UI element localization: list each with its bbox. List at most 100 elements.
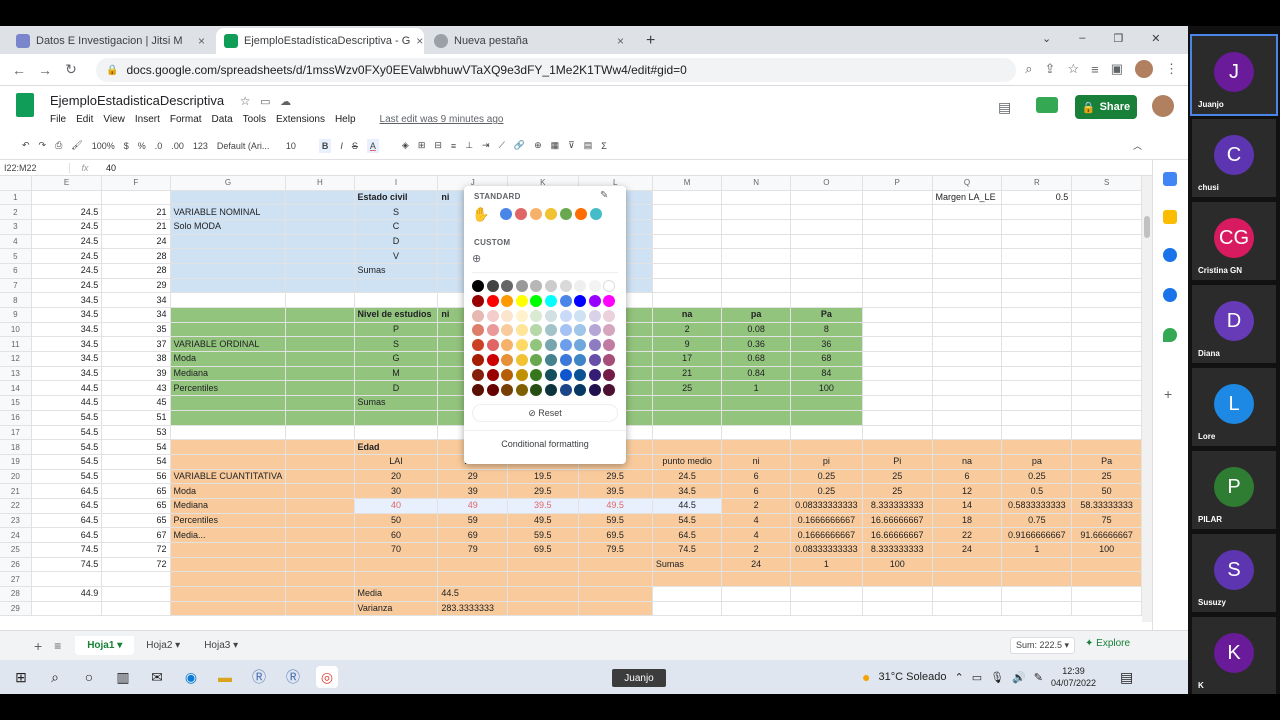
cell-R27[interactable] <box>1001 571 1073 588</box>
cell-H16[interactable] <box>285 410 355 426</box>
cell-Q3[interactable] <box>932 219 1003 235</box>
cell-N1[interactable] <box>721 190 791 206</box>
cell-I23[interactable]: 50 <box>354 513 439 529</box>
cell-F25[interactable]: 72 <box>101 542 171 558</box>
palette-color-swatch[interactable] <box>559 383 572 396</box>
more-formats-button[interactable]: 123 <box>193 141 208 151</box>
cell-J20[interactable]: 29 <box>437 469 509 485</box>
cell-O26[interactable]: 1 <box>790 557 863 573</box>
cell-I15[interactable]: Sumas <box>354 395 439 411</box>
palette-color-swatch[interactable] <box>501 309 514 322</box>
clock[interactable]: 12:39 04/07/2022 <box>1051 665 1096 689</box>
cell-S22[interactable]: 58.33333333 <box>1071 498 1142 514</box>
cell-E16[interactable]: 54.5 <box>31 410 103 426</box>
row-header[interactable]: 24 <box>0 527 32 543</box>
reload-icon[interactable]: ↻ <box>58 61 84 78</box>
insert-comment-icon[interactable]: ⊕ <box>534 140 542 151</box>
cell-H26[interactable] <box>285 557 355 573</box>
cell-G21[interactable]: Moda <box>170 483 287 499</box>
row-header[interactable]: 25 <box>0 542 32 558</box>
cell-F26[interactable]: 72 <box>101 557 171 573</box>
cell-P4[interactable] <box>862 234 933 250</box>
column-header[interactable]: M <box>652 176 723 191</box>
cell-I9[interactable]: Nivel de estudios <box>354 307 439 323</box>
palette-color-swatch[interactable] <box>588 324 601 337</box>
italic-button[interactable]: I <box>340 141 343 151</box>
row-header[interactable]: 17 <box>0 425 32 441</box>
cell-P14[interactable] <box>862 380 933 397</box>
palette-color-swatch[interactable] <box>545 280 557 292</box>
cell-E22[interactable]: 64.5 <box>31 498 103 514</box>
cell-E11[interactable]: 34.5 <box>31 336 103 353</box>
cell-P11[interactable] <box>862 336 933 353</box>
palette-color-swatch[interactable] <box>515 383 528 396</box>
cell-P20[interactable]: 25 <box>862 469 933 485</box>
cell-P22[interactable]: 8.333333333 <box>862 498 933 514</box>
cell-R7[interactable] <box>1001 278 1073 294</box>
cell-N3[interactable] <box>721 219 791 235</box>
cell-L29[interactable] <box>578 601 653 617</box>
cell-K24[interactable]: 59.5 <box>507 527 579 543</box>
volume-icon[interactable]: 🔊 <box>1012 671 1026 684</box>
cell-M24[interactable]: 64.5 <box>652 527 723 543</box>
cell-I25[interactable]: 70 <box>354 542 439 558</box>
reading-list-icon[interactable]: ≡ <box>1091 62 1099 77</box>
cell-O11[interactable]: 36 <box>790 336 863 353</box>
cell-Q9[interactable] <box>932 307 1003 323</box>
row-header[interactable]: 26 <box>0 557 32 573</box>
cell-P6[interactable] <box>862 263 933 279</box>
cell-Q22[interactable]: 14 <box>932 498 1003 514</box>
strikethrough-button[interactable]: S <box>352 141 358 151</box>
cell-Q14[interactable] <box>932 380 1003 397</box>
cell-R21[interactable]: 0.5 <box>1001 483 1073 499</box>
filter-views-icon[interactable]: ▤ <box>584 140 593 151</box>
cell-G17[interactable] <box>170 425 287 441</box>
cell-N13[interactable]: 0.84 <box>721 366 791 382</box>
cell-Q5[interactable] <box>932 248 1003 264</box>
cell-F3[interactable]: 21 <box>101 219 171 235</box>
cell-H22[interactable] <box>285 498 355 514</box>
participant-tile[interactable]: D Diana <box>1192 285 1276 363</box>
cell-S1[interactable] <box>1071 190 1142 206</box>
cell-H25[interactable] <box>285 542 355 558</box>
rstudio-icon[interactable]: Ⓡ <box>282 666 304 688</box>
currency-format-button[interactable]: $ <box>124 141 129 151</box>
row-header[interactable]: 4 <box>0 234 32 250</box>
borders-icon[interactable]: ⊞ <box>418 140 426 151</box>
palette-color-swatch[interactable] <box>603 324 616 337</box>
cell-G28[interactable] <box>170 586 287 602</box>
palette-color-swatch[interactable] <box>574 339 587 352</box>
cell-G16[interactable] <box>170 410 287 426</box>
cell-M23[interactable]: 54.5 <box>652 513 723 529</box>
cell-J24[interactable]: 69 <box>437 527 509 543</box>
cell-S6[interactable] <box>1071 263 1142 279</box>
palette-color-swatch[interactable] <box>545 324 557 337</box>
cell-M25[interactable]: 74.5 <box>652 542 723 558</box>
cell-M2[interactable] <box>652 204 723 220</box>
cell-P18[interactable] <box>862 439 933 455</box>
cell-Q18[interactable] <box>932 439 1003 455</box>
cell-P19[interactable]: Pi <box>862 454 933 470</box>
cell-R23[interactable]: 0.75 <box>1001 513 1073 529</box>
cell-J29[interactable]: 283.3333333 <box>437 601 509 617</box>
cell-S21[interactable]: 50 <box>1071 483 1142 499</box>
move-folder-icon[interactable]: ▭ <box>260 96 270 108</box>
share-page-icon[interactable]: ⇪ <box>1045 61 1056 77</box>
cell-H6[interactable] <box>285 263 355 279</box>
cell-S19[interactable]: Pa <box>1071 454 1142 470</box>
cell-I27[interactable] <box>354 571 439 588</box>
cell-I7[interactable] <box>354 278 439 294</box>
chrome-icon[interactable]: ◎ <box>316 666 338 688</box>
cell-R12[interactable] <box>1001 351 1073 367</box>
cell-O23[interactable]: 0.1666666667 <box>790 513 863 529</box>
cell-E2[interactable]: 24.5 <box>31 204 103 220</box>
filter-icon[interactable]: ⊽ <box>568 140 575 151</box>
show-hidden-icons-icon[interactable]: ⌃ <box>954 671 963 684</box>
participant-tile[interactable]: P PILAR <box>1192 451 1276 529</box>
cell-N10[interactable]: 0.08 <box>721 322 791 338</box>
cell-J23[interactable]: 59 <box>437 513 509 529</box>
row-header[interactable]: 10 <box>0 322 32 338</box>
palette-color-swatch[interactable] <box>588 368 601 381</box>
palette-color-swatch[interactable] <box>486 368 499 381</box>
cell-I13[interactable]: M <box>354 366 439 382</box>
